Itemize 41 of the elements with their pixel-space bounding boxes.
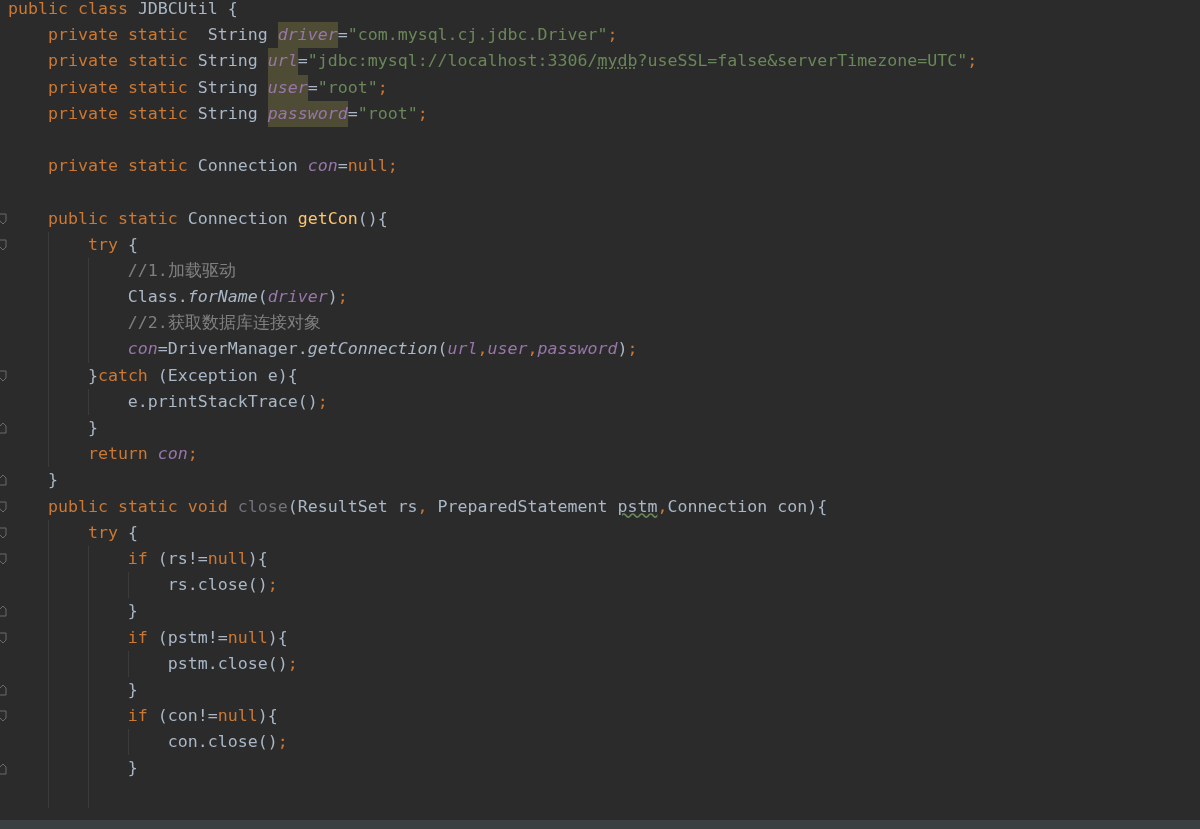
fold-icon[interactable] (0, 553, 7, 566)
code-line: //1.加载驱动 (127, 259, 236, 282)
code-line: try { (87, 233, 138, 256)
code-line: public class JDBCUtil { (8, 0, 238, 20)
code-line: if (pstm!=null){ (127, 626, 288, 649)
code-line: return con; (87, 443, 198, 466)
code-line: } (87, 417, 98, 439)
fold-icon[interactable] (0, 422, 7, 435)
code-line: if (con!=null){ (127, 705, 278, 728)
code-line: con.close(); (167, 731, 288, 754)
code-line: public static Connection getCon(){ (47, 207, 388, 230)
code-line: }catch (Exception e){ (87, 364, 298, 387)
code-line: Class.forName(driver); (127, 286, 348, 309)
fold-icon[interactable] (0, 710, 7, 723)
code-line: //2.获取数据库连接对象 (127, 312, 321, 335)
code-line: rs.close(); (167, 574, 278, 597)
code-line: } (127, 678, 138, 701)
code-line: try { (87, 521, 138, 544)
code-line: pstm.close(); (167, 652, 298, 675)
fold-icon[interactable] (0, 212, 7, 225)
code-line: con=DriverManager.getConnection(url,user,password); (127, 338, 638, 361)
code-line: private static String driver="com.mysql.cj.jdbc.Driver"; (47, 22, 618, 49)
code-line: private static String url="jdbc:mysql://localhost:3306/mydb?useSSL=false&serverTimezone=UTC"; (47, 48, 978, 75)
fold-icon[interactable] (0, 762, 7, 775)
code-line: private static String user="root"; (47, 74, 388, 101)
code-line: } (127, 757, 138, 780)
fold-icon[interactable] (0, 605, 7, 618)
fold-icon[interactable] (0, 238, 7, 251)
fold-icon[interactable] (0, 500, 7, 513)
code-line: private static Connection con=null; (47, 155, 398, 178)
code-line: } (127, 600, 138, 623)
code-line: e.printStackTrace(); (127, 390, 328, 413)
fold-icon[interactable] (0, 526, 7, 539)
fold-icon[interactable] (0, 369, 7, 382)
fold-icon[interactable] (0, 474, 7, 487)
code-line: public static void close(ResultSet rs, PreparedStatement pstm,Connection con){ (47, 495, 828, 518)
code-line: } (47, 469, 58, 492)
fold-icon[interactable] (0, 631, 7, 644)
fold-icon[interactable] (0, 683, 7, 696)
code-line: if (rs!=null){ (127, 547, 268, 570)
code-line: private static String password="root"; (47, 100, 428, 127)
